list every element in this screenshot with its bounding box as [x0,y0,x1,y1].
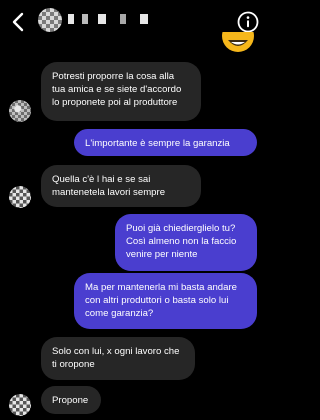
message-text: Potresti proporre la cosa alla tua amica… [52,71,182,108]
message-text: L'importante è sempre la garanzia [85,138,230,149]
message-text: Propone [52,395,89,406]
message-bubble-incoming[interactable]: Solo con lui, x ogni lavoro che ti oropo… [41,337,195,380]
message-text: Quella c'è l hai e se sai mantenetela la… [52,174,166,198]
message-bubble-incoming[interactable]: Propone [41,386,101,414]
sender-avatar[interactable] [9,100,31,122]
message-bubble-incoming[interactable]: Quella c'è l hai e se sai mantenetela la… [41,165,201,207]
sender-avatar[interactable] [9,186,31,208]
message-text: Ma per mantenerla mi basta andare con al… [85,282,237,319]
info-button[interactable] [237,11,259,33]
back-button[interactable] [9,10,29,34]
message-bubble-outgoing[interactable]: Ma per mantenerla mi basta andare con al… [74,273,257,329]
emoji-sticker [222,32,254,56]
sender-avatar[interactable] [9,394,31,416]
smiling-face-icon [222,32,254,52]
message-text: Puoi già chiedierglielo tu? Così almeno … [126,223,237,260]
message-bubble-outgoing[interactable]: L'importante è sempre la garanzia [74,129,257,156]
message-bubble-incoming[interactable]: Potresti proporre la cosa alla tua amica… [41,62,201,121]
info-circle-icon [237,11,259,33]
contact-name-obscured[interactable] [68,14,154,24]
contact-avatar[interactable] [38,8,62,32]
message-bubble-outgoing[interactable]: Puoi già chiedierglielo tu? Così almeno … [115,214,257,271]
chevron-left-icon [12,12,24,32]
message-text: Solo con lui, x ogni lavoro che ti oropo… [52,346,180,370]
